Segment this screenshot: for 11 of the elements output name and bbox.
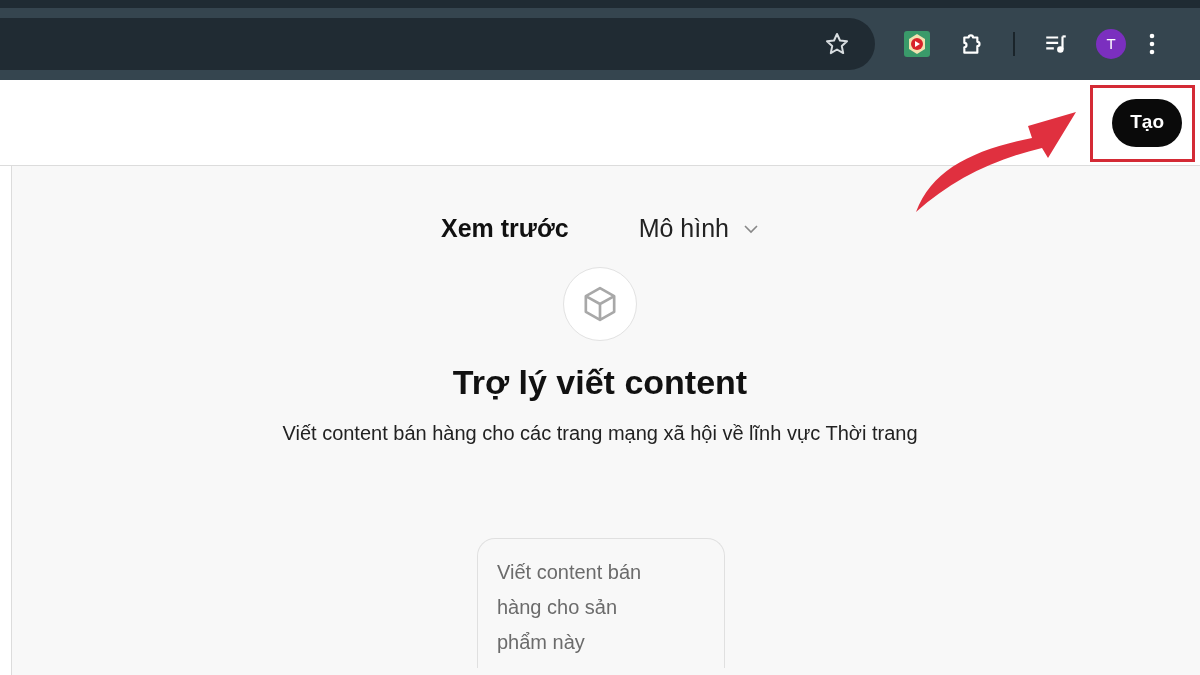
assistant-title: Trợ lý viết content [452, 361, 748, 403]
assistant-description: Viết content bán hàng cho các trang mạng xã hội về lĩnh vực Thời trang [282, 420, 918, 446]
profile-avatar[interactable]: T [1096, 29, 1126, 59]
chevron-down-icon [742, 223, 759, 234]
preview-tab[interactable]: Xem trước [441, 210, 569, 248]
star-icon[interactable] [825, 32, 849, 56]
suggestion-card[interactable]: Viết content bán hàng cho sản phẩm này [477, 537, 725, 668]
menu-icon[interactable] [1149, 32, 1155, 56]
extension-icon[interactable] [904, 31, 930, 57]
create-button[interactable]: Tạo [1112, 98, 1182, 147]
preview-tab[interactable]: Mô hình [638, 210, 759, 248]
